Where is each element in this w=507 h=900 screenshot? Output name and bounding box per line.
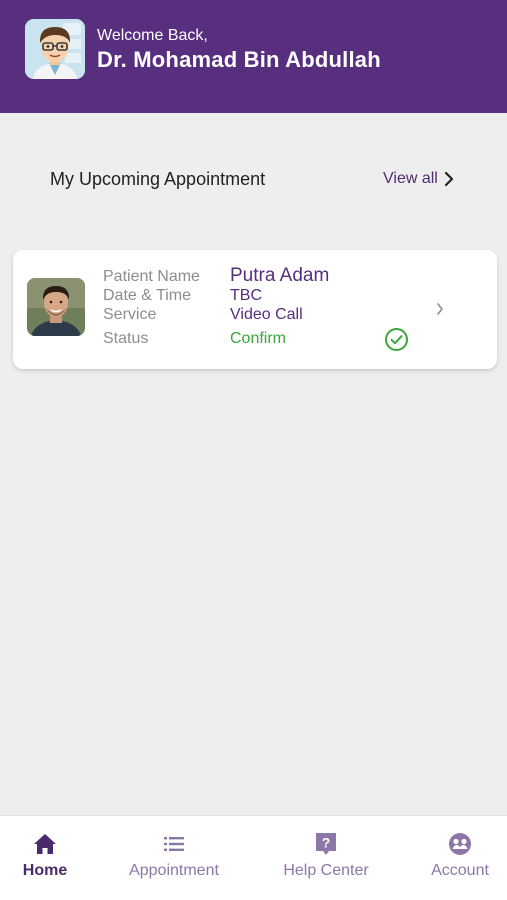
welcome-text: Welcome Back, xyxy=(97,27,208,44)
list-icon xyxy=(164,837,184,851)
nav-home-label: Home xyxy=(22,862,68,879)
nav-help-center[interactable]: ? Help Center xyxy=(276,816,376,900)
patient-name-value: Putra Adam xyxy=(230,265,330,286)
service-value: Video Call xyxy=(230,306,303,323)
home-icon xyxy=(34,834,56,854)
status-label: Status xyxy=(103,330,149,347)
nav-account[interactable]: Account xyxy=(424,816,496,900)
patient-name-label: Patient Name xyxy=(103,268,200,285)
nav-help-center-label: Help Center xyxy=(283,862,369,879)
check-circle-icon xyxy=(385,328,408,351)
doctor-avatar[interactable] xyxy=(25,19,85,79)
service-label: Service xyxy=(103,306,157,323)
date-time-value: TBC xyxy=(230,287,262,304)
nav-account-label: Account xyxy=(431,862,489,879)
header: Welcome Back, Dr. Mohamad Bin Abdullah xyxy=(0,0,507,113)
account-icon xyxy=(449,833,471,855)
svg-text:?: ? xyxy=(322,835,331,851)
chevron-right-icon xyxy=(444,171,453,187)
nav-home[interactable]: Home xyxy=(16,816,74,900)
nav-appointment[interactable]: Appointment xyxy=(120,816,228,900)
app-screen: Welcome Back, Dr. Mohamad Bin Abdullah M… xyxy=(0,0,507,900)
bottom-navigation: Home Appointment ? Help Center Account xyxy=(0,815,507,900)
appointment-card[interactable]: Patient Name Date & Time Service Status … xyxy=(13,250,497,369)
date-time-label: Date & Time xyxy=(103,287,192,304)
view-all-label: View all xyxy=(383,170,438,187)
chevron-right-icon[interactable] xyxy=(435,302,445,316)
view-all-link[interactable]: View all xyxy=(383,168,454,190)
upcoming-appointment-title: My Upcoming Appointment xyxy=(50,169,266,189)
nav-appointment-label: Appointment xyxy=(129,862,219,879)
doctor-name: Dr. Mohamad Bin Abdullah xyxy=(97,47,381,72)
status-value: Confirm xyxy=(230,330,287,347)
patient-avatar xyxy=(27,278,85,336)
help-icon: ? xyxy=(316,833,336,855)
